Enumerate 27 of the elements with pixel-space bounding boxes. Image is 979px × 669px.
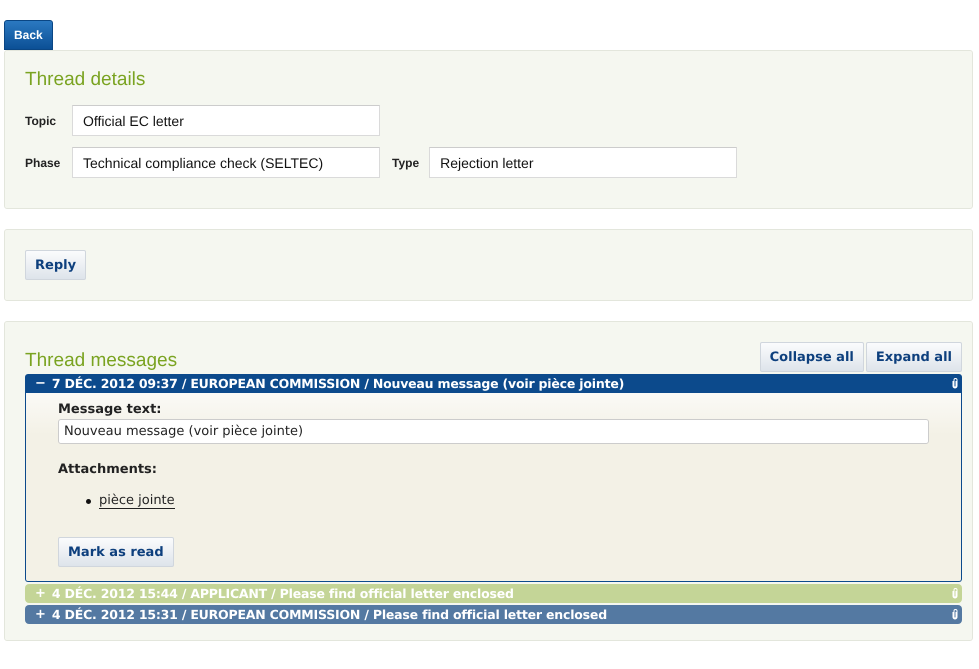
attachments-label: Attachments: [58, 462, 158, 477]
collapse-all-button[interactable]: Collapse all [760, 342, 864, 372]
message-header-text: 7 DÉC. 2012 09:37 / EUROPEAN COMMISSION / Nouveau message (voir pièce jointe) [52, 376, 626, 391]
field-label: Topic [25, 114, 58, 128]
expand-all-button[interactable]: Expand all [866, 342, 962, 372]
type-field[interactable]: Rejection letter [429, 147, 738, 178]
message-header-text: 4 DÉC. 2012 15:31 / EUROPEAN COMMISSION / Please find official letter enclosed [52, 607, 608, 622]
paperclip-icon [952, 588, 958, 599]
paperclip-icon [952, 378, 958, 389]
section-title: Thread messages [25, 350, 178, 372]
message-header[interactable]: + 4 DÉC. 2012 15:31 / EUROPEAN COMMISSION / Please find official letter enclosed [25, 605, 962, 624]
field-label: Type [392, 156, 420, 170]
toggle-icon[interactable]: − [35, 376, 46, 391]
section-title: Thread details [25, 69, 146, 91]
message-text-label: Message text: [58, 402, 162, 417]
phase-field[interactable]: Technical compliance check (SELTEC) [72, 147, 380, 178]
field-label: Phase [25, 156, 62, 170]
bullet-icon [86, 498, 91, 504]
paperclip-icon [952, 609, 958, 620]
message-header[interactable]: − 7 DÉC. 2012 09:37 / EUROPEAN COMMISSION / Nouveau message (voir pièce jointe) [25, 374, 962, 393]
toggle-icon[interactable]: + [35, 607, 46, 622]
message-header-text: 4 DÉC. 2012 15:44 / APPLICANT / Please find official letter enclosed [52, 586, 515, 601]
reply-button[interactable]: Reply [25, 250, 86, 280]
attachment-link[interactable]: pièce jointe [99, 493, 175, 509]
mark-as-read-button[interactable]: Mark as read [58, 537, 174, 567]
back-button[interactable]: Back [4, 20, 53, 50]
topic-field[interactable]: Official EC letter [72, 105, 380, 136]
